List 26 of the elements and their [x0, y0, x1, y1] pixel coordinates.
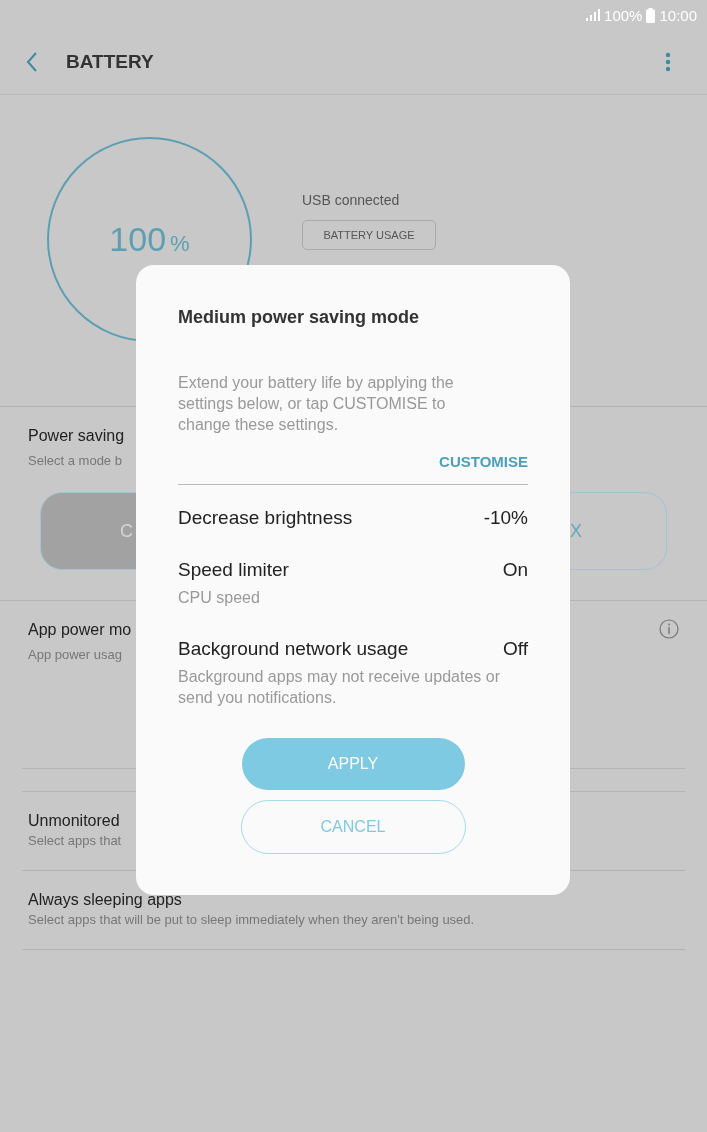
setting-value: On: [502, 559, 528, 581]
section-subtitle: App power usag: [28, 647, 122, 662]
setting-name: Decrease brightness: [178, 507, 353, 529]
setting-name: Speed limiter: [178, 559, 289, 581]
dialog-description: Extend your battery life by applying the settings below, or tap CUSTOMISE to change these settings.: [178, 373, 455, 435]
setting-note: CPU speed: [178, 588, 261, 608]
setting-value: -10%: [483, 507, 528, 529]
section-title: Power saving: [28, 427, 125, 445]
dialog-title: Medium power saving mode: [178, 307, 421, 328]
page-title: BATTERY: [66, 51, 154, 73]
setting-note: Background apps may not receive updates or send you notifications.: [178, 667, 501, 708]
setting-name: Background network usage: [178, 638, 409, 660]
charging-status: USB connected: [302, 191, 401, 208]
more-options-icon[interactable]: [665, 52, 671, 72]
battery-usage-button[interactable]: BATTERY USAGE: [302, 219, 436, 250]
setting-value: Off: [503, 638, 528, 660]
customise-button[interactable]: CUSTOMISE: [439, 453, 528, 470]
info-icon[interactable]: [659, 619, 679, 639]
back-icon[interactable]: [26, 52, 38, 72]
battery-icon: [646, 7, 656, 23]
signal-icon: [586, 9, 601, 21]
apply-button[interactable]: APPLY: [241, 738, 465, 790]
section-subtitle: Select a mode b: [28, 453, 122, 468]
cancel-button[interactable]: CANCEL: [240, 800, 466, 854]
section-title: App power mo: [28, 621, 132, 639]
battery-level: 100%: [109, 220, 190, 259]
